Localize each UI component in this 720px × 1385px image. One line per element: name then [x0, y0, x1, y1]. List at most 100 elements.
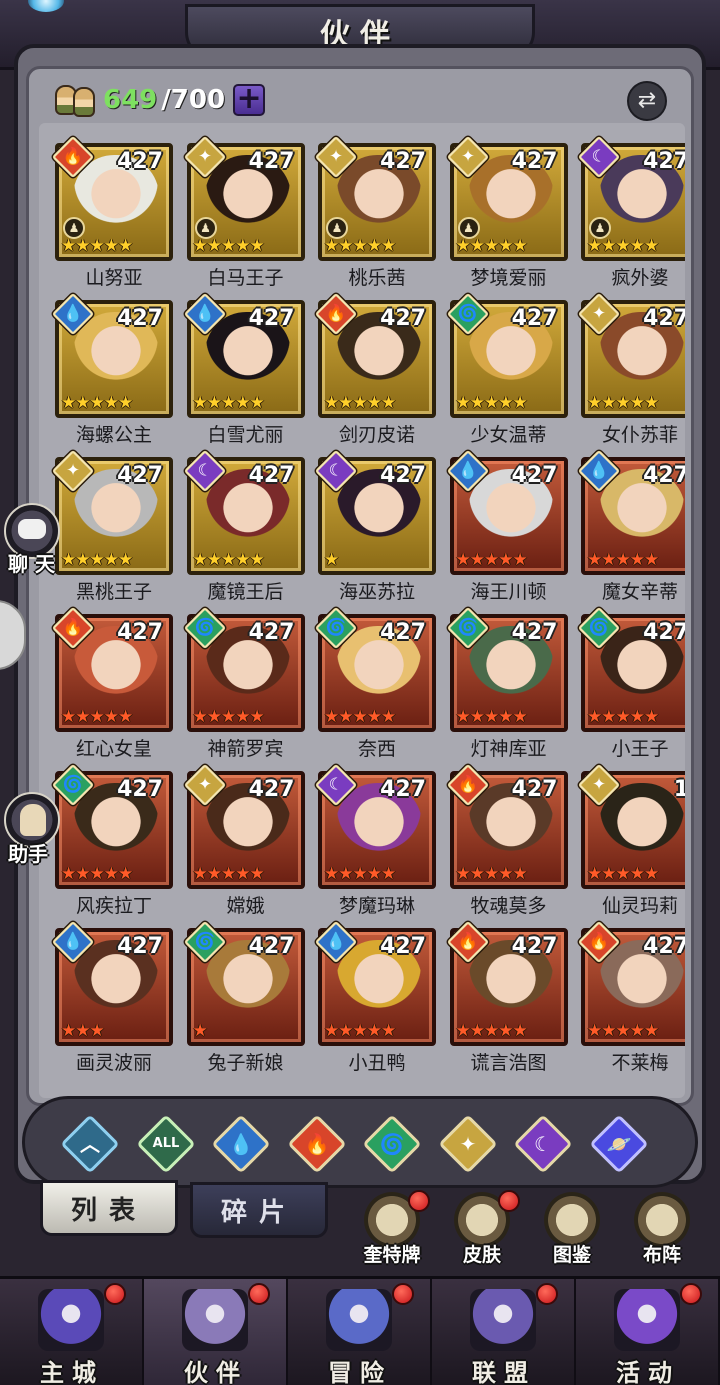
hero-card[interactable]: 427 ★★★★★ 🔥 不莱梅	[577, 920, 685, 1085]
filter-light-button[interactable]: ✦	[437, 1114, 498, 1174]
filter-up-icon: ︿	[80, 1132, 100, 1156]
hero-name: 神箭罗宾	[207, 738, 284, 760]
hero-card[interactable]: 427 ★★★★★ ✦ 女仆苏菲	[577, 292, 685, 457]
hero-stars: ★★★★★	[324, 236, 396, 256]
hero-card[interactable]: 427 ★★★★★ 🔥 剑刃皮诺	[314, 292, 436, 457]
hero-card[interactable]: 427 ★★★★★ 🌀 灯神库亚	[446, 606, 568, 771]
hero-level: 427	[643, 463, 685, 488]
hero-card[interactable]: 427 ♟ ★★★★★ ☾ 疯外婆	[577, 135, 685, 300]
hero-card[interactable]: 427 ★★★★★ 💧 海螺公主	[51, 292, 173, 457]
hero-card[interactable]: 427 ★★★★★ ✦ 黑桃王子	[51, 449, 173, 614]
nav-item[interactable]: 联盟	[432, 1279, 576, 1385]
hero-card[interactable]: 427 ★★★★★ 🌀 风疾拉丁	[51, 763, 173, 928]
hero-card[interactable]: 427 ★★★★★ 💧 小丑鸭	[314, 920, 436, 1085]
hero-card[interactable]: 427 ★★★★★ 🌀 少女温蒂	[446, 292, 568, 457]
hero-card[interactable]: 427 ★★★★★ 💧 魔女辛蒂	[577, 449, 685, 614]
filter-dark-icon: ☾	[534, 1132, 552, 1156]
tab-list[interactable]: 列表	[40, 1180, 178, 1236]
hero-name: 女仆苏菲	[601, 424, 678, 446]
filter-all-icon: ALL	[152, 1136, 179, 1151]
hero-level: 427	[511, 620, 558, 645]
hero-name: 少女温蒂	[470, 424, 547, 446]
bottom-nav: 主城 伙伴 冒险 联盟 活动	[0, 1276, 720, 1385]
hero-card[interactable]: 427 ★★★★★ 💧 白雪尤丽	[183, 292, 305, 457]
assistant-avatar-icon	[20, 804, 46, 836]
filter-up-button[interactable]: ︿	[60, 1114, 120, 1174]
hero-card[interactable]: 427 ♟ ★★★★★ ✦ 白马王子	[183, 135, 305, 300]
shortcut-button[interactable]: 皮肤	[442, 1190, 520, 1270]
hero-stars: ★★★★★	[587, 864, 659, 884]
hero-stars: ★★★★★	[455, 550, 528, 570]
hero-card[interactable]: 427 ★★★ 💧 画灵波丽	[51, 920, 173, 1085]
hero-level: 427	[248, 777, 295, 802]
hero-stars: ★★★★★	[61, 236, 133, 256]
filter-fire-button[interactable]: 🔥	[286, 1114, 347, 1174]
nav-item[interactable]: 主城	[0, 1279, 144, 1385]
hero-card[interactable]: 427 ★★★★★ 🔥 红心女皇	[51, 606, 173, 771]
nav-icon	[614, 1289, 680, 1351]
nav-label: 主城	[40, 1359, 104, 1385]
nav-item[interactable]: 冒险	[288, 1279, 432, 1385]
tab-shards[interactable]: 碎片	[190, 1182, 328, 1238]
hero-card[interactable]: 427 ★★★★★ 💧 海王川顿	[446, 449, 568, 614]
nav-label: 活动	[616, 1359, 680, 1385]
nav-item[interactable]: 活动	[576, 1279, 720, 1385]
hero-card[interactable]: 427 ★ ☾ 海巫苏拉	[314, 449, 436, 614]
hero-card[interactable]: 427 ♟ ★★★★★ 🔥 山努亚	[51, 135, 173, 300]
hero-name: 风疾拉丁	[75, 895, 152, 917]
hero-card[interactable]: 427 ★★★★★ 🌀 奈西	[314, 606, 436, 771]
hero-card[interactable]: 427 ★★★★★ ☾ 魔镜王后	[183, 449, 305, 614]
hero-panel: 649/700 + ⇄ 427 ♟ ★★★★★ 🔥 山努亚 427 ♟ ★★★★…	[14, 44, 706, 1184]
hero-stars: ★★★★★	[587, 236, 659, 256]
expand-slots-button[interactable]: +	[233, 84, 266, 116]
hero-stars: ★★★★★	[61, 707, 133, 727]
chat-bubble-icon	[18, 519, 46, 539]
hero-level: 427	[643, 934, 685, 959]
hero-card[interactable]: 427 ♟ ★★★★★ ✦ 梦境爱丽	[446, 135, 568, 300]
hero-card[interactable]: 427 ★★★★★ ✦ 嫦娥	[183, 763, 305, 928]
nav-label: 联盟	[472, 1359, 536, 1385]
hero-stars: ★★★★★	[61, 550, 133, 570]
hero-level: 427	[248, 620, 295, 645]
hero-card[interactable]: 427 ★★★★★ 🌀 神箭罗宾	[183, 606, 305, 771]
hero-name: 海巫苏拉	[338, 581, 415, 603]
hero-name: 桃乐茜	[348, 267, 406, 289]
hero-name: 白马王子	[207, 267, 284, 289]
hero-name: 疯外婆	[611, 267, 669, 289]
hero-stars: ★★★★★	[61, 393, 133, 413]
filter-wind-button[interactable]: 🌀	[362, 1114, 422, 1174]
hero-name: 山努亚	[85, 267, 143, 289]
hero-level: 427	[511, 777, 558, 802]
filter-star-icon: 🪐	[606, 1132, 631, 1156]
shortcut-button[interactable]: 奎特牌	[352, 1190, 430, 1270]
filter-all-button[interactable]: ALL	[135, 1114, 196, 1174]
hero-level: 427	[248, 306, 295, 331]
hero-card[interactable]: 427 ♟ ★★★★★ ✦ 桃乐茜	[314, 135, 436, 300]
hero-level: 427	[117, 777, 163, 802]
notification-dot	[680, 1283, 702, 1305]
hero-stars: ★★★★★	[455, 393, 528, 413]
element-filter-bar: ︿ ALL 💧 🔥 🌀 ✦ ☾ 🪐	[22, 1096, 698, 1188]
hero-name: 剑刃皮诺	[338, 424, 415, 446]
hero-stars: ★★★★★	[587, 550, 659, 570]
filter-water-button[interactable]: 💧	[211, 1114, 271, 1174]
shortcut-button[interactable]: 图鉴	[532, 1190, 610, 1270]
hero-name: 红心女皇	[75, 738, 152, 760]
filter-star-button[interactable]: 🪐	[588, 1114, 649, 1174]
hero-name: 梦境爱丽	[470, 267, 547, 289]
hero-card[interactable]: 427 ★★★★★ 🌀 小王子	[577, 606, 685, 771]
sort-swap-button[interactable]: ⇄	[627, 81, 667, 121]
filter-dark-button[interactable]: ☾	[513, 1114, 573, 1174]
hero-name: 画灵波丽	[75, 1052, 152, 1074]
shortcut-button[interactable]: 布阵	[622, 1190, 700, 1270]
nav-item[interactable]: 伙伴	[144, 1279, 288, 1385]
hero-card[interactable]: 427 ★★★★★ ☾ 梦魔玛琳	[314, 763, 436, 928]
hero-card[interactable]: 427 ★ 🌀 兔子新娘	[183, 920, 305, 1085]
hero-name: 魔女辛蒂	[601, 581, 678, 603]
hero-grid-area[interactable]: 427 ♟ ★★★★★ 🔥 山努亚 427 ♟ ★★★★★ ✦ 白马王子 427…	[39, 123, 685, 1098]
hero-card[interactable]: 427 ★★★★★ 🔥 谎言浩图	[446, 920, 568, 1085]
hero-level: 427	[511, 463, 558, 488]
hero-stars: ★	[324, 550, 339, 570]
hero-card[interactable]: 427 ★★★★★ 🔥 牧魂莫多	[446, 763, 568, 928]
hero-card[interactable]: 1 ★★★★★ ✦ 仙灵玛莉	[577, 763, 685, 928]
